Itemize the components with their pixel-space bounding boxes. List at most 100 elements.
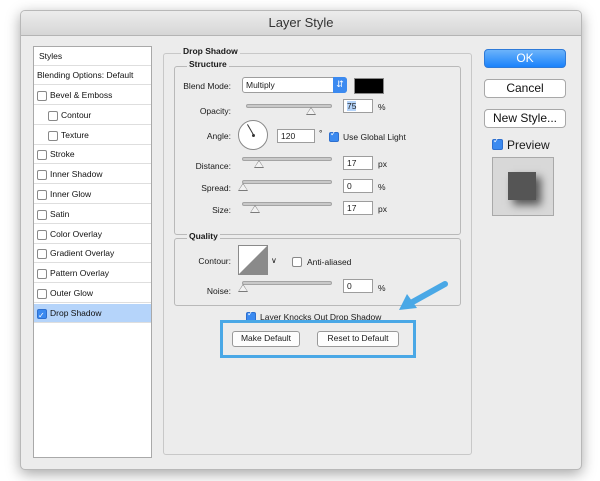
style-item-checkbox[interactable] bbox=[37, 170, 47, 181]
style-item-checkbox[interactable] bbox=[37, 209, 47, 220]
opacity-unit: % bbox=[378, 102, 386, 112]
styles-header[interactable]: Styles bbox=[34, 47, 151, 66]
anti-aliased-checkbox[interactable] bbox=[292, 257, 302, 267]
spread-slider-thumb[interactable] bbox=[238, 183, 248, 191]
distance-label: Distance: bbox=[195, 161, 231, 171]
style-item[interactable]: Contour bbox=[34, 106, 151, 125]
style-item-checkbox[interactable] bbox=[48, 130, 58, 141]
size-slider-thumb[interactable] bbox=[250, 205, 260, 213]
contour-curve-icon bbox=[239, 246, 267, 274]
angle-unit: ° bbox=[319, 128, 323, 138]
style-item-checkbox[interactable] bbox=[37, 306, 47, 325]
style-item-label: Color Overlay bbox=[50, 228, 102, 239]
noise-input[interactable]: 0 bbox=[343, 279, 373, 293]
style-item-label: Inner Shadow bbox=[50, 169, 103, 180]
style-item-checkbox[interactable] bbox=[37, 269, 47, 280]
style-item-checkbox[interactable] bbox=[37, 150, 47, 161]
noise-slider-thumb[interactable] bbox=[238, 284, 248, 292]
size-input[interactable]: 17 bbox=[343, 201, 373, 215]
style-item[interactable]: Gradient Overlay bbox=[34, 244, 151, 264]
angle-dial[interactable] bbox=[238, 120, 268, 150]
opacity-input[interactable]: 75 bbox=[343, 99, 373, 113]
style-item[interactable]: Drop Shadow bbox=[34, 303, 151, 325]
style-item-label: Stroke bbox=[50, 149, 75, 160]
opacity-slider-track[interactable] bbox=[246, 104, 332, 108]
ok-button[interactable]: OK bbox=[484, 49, 566, 68]
distance-unit: px bbox=[378, 159, 387, 169]
anti-aliased-label: Anti-aliased bbox=[307, 257, 352, 267]
spread-label: Spread: bbox=[201, 183, 231, 193]
drop-shadow-title: Drop Shadow bbox=[181, 46, 240, 56]
distance-slider-thumb[interactable] bbox=[254, 160, 264, 168]
new-style-button[interactable]: New Style... bbox=[484, 109, 566, 128]
spread-unit: % bbox=[378, 182, 386, 192]
style-item-checkbox[interactable] bbox=[37, 249, 47, 260]
style-item[interactable]: Color Overlay bbox=[34, 225, 151, 244]
style-item-checkbox[interactable] bbox=[37, 229, 47, 240]
style-item-label: Bevel & Emboss bbox=[50, 90, 113, 100]
style-item-checkbox[interactable] bbox=[37, 190, 47, 200]
angle-input[interactable]: 120 bbox=[277, 129, 315, 143]
layer-style-dialog: Layer Style Styles Blending Options: Def… bbox=[20, 10, 582, 470]
opacity-slider-thumb[interactable] bbox=[305, 107, 316, 115]
style-item[interactable]: Pattern Overlay bbox=[34, 264, 151, 284]
noise-value: 0 bbox=[347, 281, 352, 291]
distance-value: 17 bbox=[347, 158, 357, 168]
blend-mode-value: Multiply bbox=[246, 80, 275, 90]
contour-label: Contour: bbox=[198, 256, 231, 266]
spread-slider-track[interactable] bbox=[242, 180, 332, 184]
style-item-label: Gradient Overlay bbox=[50, 248, 115, 259]
style-item[interactable]: Inner Glow bbox=[34, 185, 151, 204]
style-item-label: Contour bbox=[61, 109, 92, 120]
blending-options-item[interactable]: Blending Options: Default bbox=[34, 66, 151, 85]
noise-unit: % bbox=[378, 283, 386, 293]
style-item-checkbox[interactable] bbox=[37, 91, 47, 101]
style-item-label: Outer Glow bbox=[50, 288, 93, 298]
style-item[interactable]: Texture bbox=[34, 126, 151, 145]
preview-label: Preview bbox=[507, 138, 550, 152]
distance-input[interactable]: 17 bbox=[343, 156, 373, 170]
contour-preview[interactable] bbox=[238, 245, 268, 275]
style-item-label: Drop Shadow bbox=[50, 307, 102, 318]
use-global-light-checkbox[interactable] bbox=[329, 129, 339, 142]
quality-title: Quality bbox=[187, 231, 220, 241]
style-item-label: Satin bbox=[50, 208, 70, 219]
style-item-label: Pattern Overlay bbox=[50, 268, 110, 279]
window-title: Layer Style bbox=[21, 11, 581, 36]
annotation-highlight-box bbox=[220, 320, 416, 358]
shadow-color-swatch[interactable] bbox=[354, 78, 384, 94]
blend-mode-label: Blend Mode: bbox=[183, 81, 231, 91]
cancel-button[interactable]: Cancel bbox=[484, 79, 566, 98]
size-value: 17 bbox=[347, 203, 357, 213]
angle-dial-center bbox=[252, 134, 255, 137]
style-item[interactable]: Inner Shadow bbox=[34, 165, 151, 185]
use-global-light-label: Use Global Light bbox=[343, 132, 406, 142]
style-item-checkbox[interactable] bbox=[37, 289, 47, 299]
style-item[interactable]: Satin bbox=[34, 205, 151, 224]
style-item[interactable]: Bevel & Emboss bbox=[34, 86, 151, 105]
styles-panel: Styles Blending Options: Default Bevel &… bbox=[33, 46, 152, 458]
spread-input[interactable]: 0 bbox=[343, 179, 373, 193]
contour-dropdown-icon[interactable]: ∨ bbox=[271, 256, 277, 265]
style-item[interactable]: Outer Glow bbox=[34, 284, 151, 303]
noise-slider-track[interactable] bbox=[242, 281, 332, 285]
style-item-label: Texture bbox=[61, 129, 89, 140]
blending-options-label: Blending Options: Default bbox=[37, 70, 134, 80]
opacity-value: 75 bbox=[347, 101, 357, 111]
angle-value: 120 bbox=[281, 131, 296, 141]
size-unit: px bbox=[378, 204, 387, 214]
blend-mode-select[interactable]: Multiply ⇵ bbox=[242, 77, 347, 93]
angle-label: Angle: bbox=[206, 131, 231, 141]
styles-header-label: Styles bbox=[39, 51, 63, 61]
style-item[interactable]: Stroke bbox=[34, 145, 151, 165]
annotation-arrow-icon bbox=[399, 281, 448, 310]
style-item-checkbox[interactable] bbox=[48, 110, 58, 121]
spread-value: 0 bbox=[347, 181, 352, 191]
preview-swatch bbox=[508, 172, 536, 200]
style-item-label: Inner Glow bbox=[50, 189, 92, 199]
opacity-label: Opacity: bbox=[199, 106, 231, 116]
structure-title: Structure bbox=[187, 59, 229, 69]
size-label: Size: bbox=[212, 205, 231, 215]
preview-checkbox[interactable] bbox=[492, 136, 503, 150]
style-preview-thumbnail bbox=[492, 157, 554, 216]
